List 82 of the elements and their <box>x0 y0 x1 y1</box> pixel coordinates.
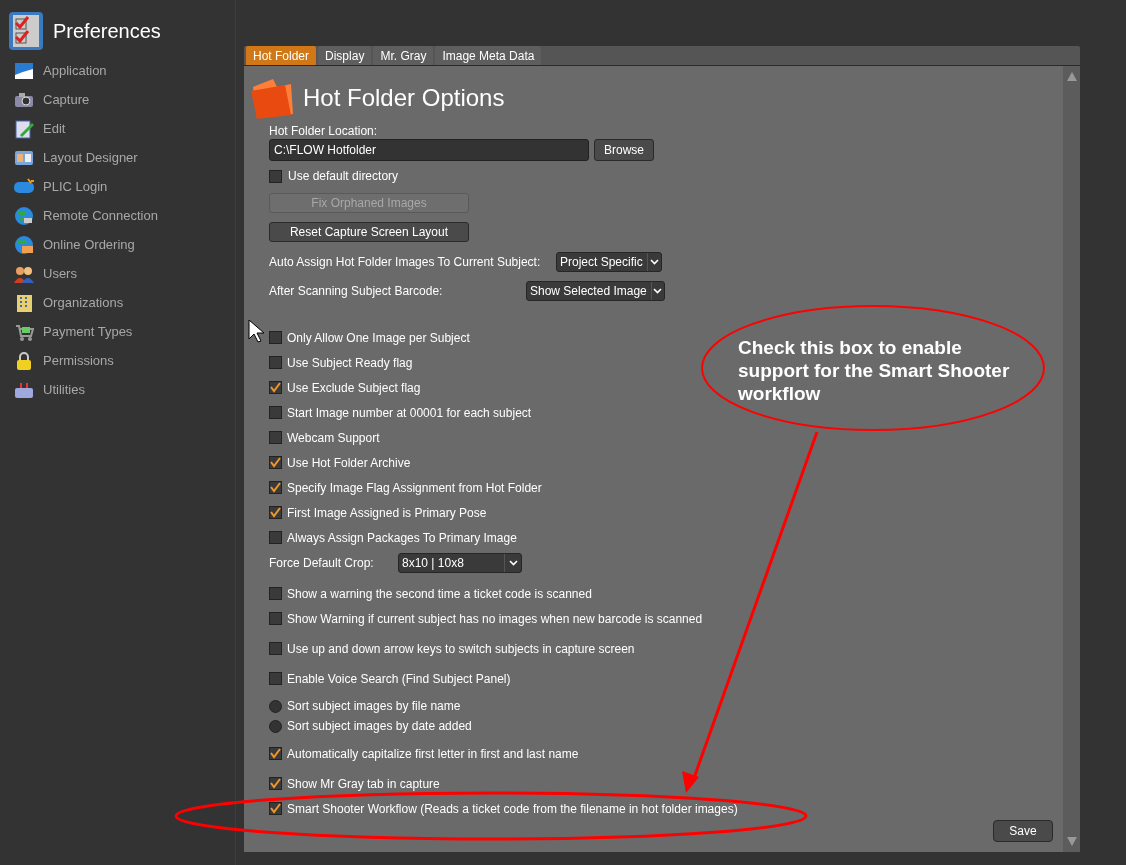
checklist-icon <box>8 11 44 51</box>
checkbox-label: Show Warning if current subject has no images when new barcode is scanned <box>287 610 703 628</box>
checkbox[interactable] <box>269 356 282 369</box>
radio-label: Sort subject images by date added <box>287 718 472 735</box>
checkbox[interactable] <box>269 456 282 469</box>
checkbox-label: Show Mr Gray tab in capture <box>287 775 440 793</box>
checkbox-label: Smart Shooter Workflow (Reads a ticket code from the filename in hot folder images) <box>287 800 738 818</box>
checkbox-label: Specify Image Flag Assignment from Hot Folder <box>287 479 542 497</box>
sidebar-item[interactable]: Capture <box>43 89 90 110</box>
checkbox[interactable] <box>269 802 282 815</box>
tab[interactable]: Hot Folder <box>246 46 317 65</box>
checkbox[interactable] <box>269 531 282 544</box>
field-label: Auto Assign Hot Folder Images To Current Subject: <box>269 254 542 271</box>
checkbox[interactable] <box>269 747 282 760</box>
folder-icon <box>249 77 295 119</box>
notepad-icon <box>14 118 34 139</box>
checkbox[interactable] <box>269 481 282 494</box>
section-heading: Hot Folder Options <box>303 83 505 113</box>
checkbox[interactable] <box>269 672 282 685</box>
radio-button[interactable] <box>269 719 282 733</box>
sidebar-item[interactable]: Online Ordering <box>43 234 135 255</box>
dropdown[interactable]: Show Selected Image <box>526 281 665 301</box>
checkbox-label: Enable Voice Search (Find Subject Panel) <box>287 670 511 688</box>
checkbox-label: Webcam Support <box>287 429 380 447</box>
sidebar-item[interactable]: PLIC Login <box>43 176 108 197</box>
dropdown[interactable]: Project Specific <box>556 252 662 272</box>
checkbox-label: Use up and down arrow keys to switch subjects in capture screen <box>287 640 635 658</box>
tab[interactable]: Mr. Gray <box>373 46 434 65</box>
action-button[interactable]: Reset Capture Screen Layout <box>269 222 469 242</box>
radio-label: Sort subject images by file name <box>287 698 461 715</box>
dropdown[interactable]: 8x10 | 10x8 <box>398 553 522 573</box>
checkbox[interactable] <box>269 169 282 183</box>
checkbox[interactable] <box>269 406 282 419</box>
folder-path-field[interactable]: C:\FLOW Hotfolder <box>269 139 589 161</box>
sidebar-item[interactable]: Application <box>43 60 107 81</box>
scroll-up-icon[interactable] <box>1066 72 1077 81</box>
tab[interactable]: Image Meta Data <box>435 46 542 65</box>
lock-icon <box>14 350 34 371</box>
checkbox[interactable] <box>269 506 282 519</box>
checkbox-label: Use Subject Ready flag <box>287 354 413 372</box>
sidebar-item[interactable]: Layout Designer <box>43 147 138 168</box>
building-icon <box>14 292 34 313</box>
checkbox-label: Automatically capitalize first letter in first and last name <box>287 745 579 763</box>
checkbox[interactable] <box>269 431 282 444</box>
checkbox-label: First Image Assigned is Primary Pose <box>287 504 487 522</box>
caret-icon <box>650 282 664 300</box>
checkbox-label: Use Hot Folder Archive <box>287 454 411 472</box>
mouse-cursor-icon <box>248 319 264 343</box>
sidebar-item[interactable]: Remote Connection <box>43 205 158 226</box>
sidebar-item[interactable]: Permissions <box>43 350 114 371</box>
field-label: Hot Folder Location: <box>269 124 379 139</box>
scroll-down-icon[interactable] <box>1066 837 1077 846</box>
checkbox[interactable] <box>269 587 282 600</box>
app-title: Preferences <box>53 19 161 44</box>
checkbox[interactable] <box>269 381 282 394</box>
sidebar-item[interactable]: Utilities <box>43 379 85 400</box>
tab[interactable]: Display <box>318 46 372 65</box>
callout-text: Check this box to enable support for the Smart Shooter workflow <box>738 336 1011 405</box>
checkbox-label: Use default directory <box>288 168 399 185</box>
globe-icon <box>14 205 34 226</box>
checkbox-label: Show a warning the second time a ticket code is scanned <box>287 585 592 603</box>
globe-icon <box>14 234 34 255</box>
radio-button[interactable] <box>269 699 282 713</box>
checkbox-label: Start Image number at 00001 for each subject <box>287 404 532 422</box>
sidebar-item[interactable]: Edit <box>43 118 66 139</box>
caret-icon <box>504 554 521 572</box>
sidebar-item[interactable]: Payment Types <box>43 321 133 342</box>
checkbox-label: Use Exclude Subject flag <box>287 379 421 397</box>
checkbox-label: Only Allow One Image per Subject <box>287 329 470 347</box>
sidebar-item[interactable]: Organizations <box>43 292 124 313</box>
checkbox[interactable] <box>269 777 282 790</box>
browse-button[interactable]: Browse <box>594 139 654 161</box>
checkbox[interactable] <box>269 331 282 344</box>
field-label: Force Default Crop: <box>269 555 375 572</box>
sidebar-item[interactable]: Users <box>43 263 77 284</box>
checkbox[interactable] <box>269 642 282 655</box>
window-icon <box>14 60 34 81</box>
caret-icon <box>646 253 661 271</box>
checkbox[interactable] <box>269 612 282 625</box>
checkbox-label: Always Assign Packages To Primary Image <box>287 529 517 547</box>
save-button[interactable]: Save <box>993 820 1053 842</box>
field-label: After Scanning Subject Barcode: <box>269 283 444 300</box>
